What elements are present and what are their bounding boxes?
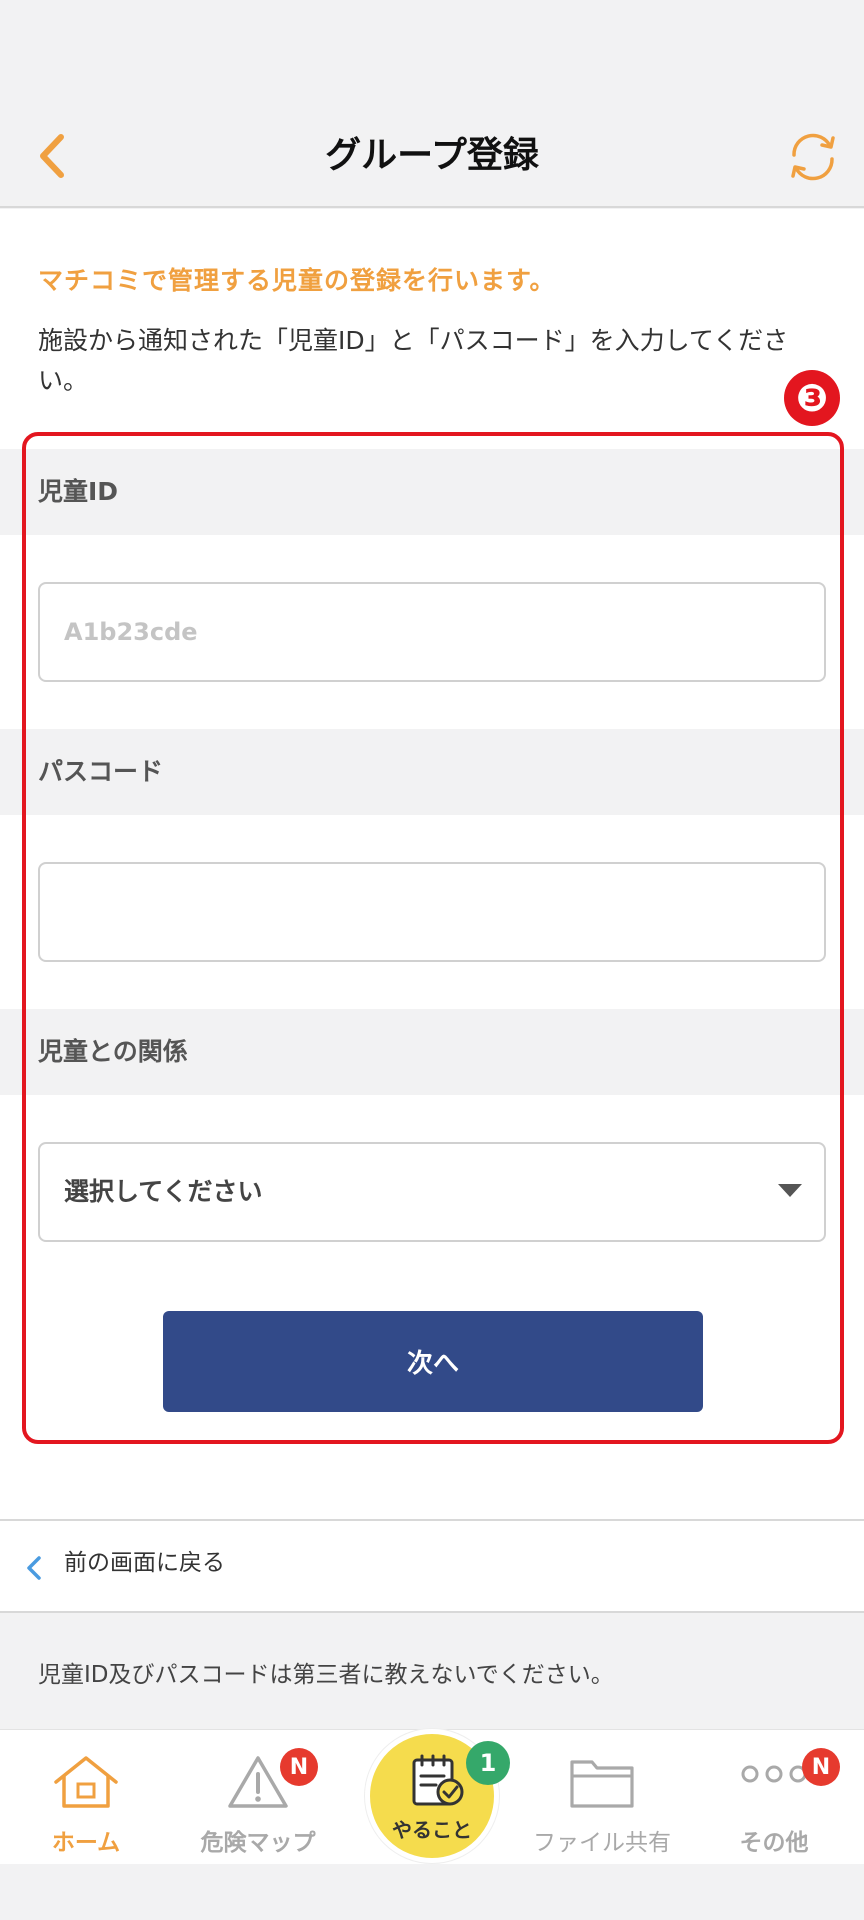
chevron-left-icon bbox=[40, 134, 64, 178]
relation-select[interactable]: 選択してください bbox=[38, 1142, 826, 1242]
annotation-marker: ❸ bbox=[784, 370, 840, 426]
danger-map-badge: N bbox=[280, 1748, 318, 1786]
tab-home-label: ホーム bbox=[51, 1830, 121, 1856]
folder-icon bbox=[570, 1760, 634, 1808]
tab-danger-map[interactable]: N 危険マップ bbox=[172, 1730, 344, 1865]
relation-label: 児童との関係 bbox=[38, 1037, 188, 1066]
other-badge: N bbox=[802, 1748, 840, 1786]
refresh-icon bbox=[791, 133, 835, 181]
todo-count-badge: 1 bbox=[466, 1741, 510, 1785]
privacy-notice-text: 児童ID及びパスコードは第三者に教えないでください。 bbox=[38, 1662, 614, 1688]
home-icon bbox=[54, 1756, 118, 1808]
task-icon bbox=[412, 1754, 464, 1806]
tab-other[interactable]: N その他 bbox=[688, 1730, 860, 1865]
page: グループ登録 マチコミで管理する児童の登録を行います。 施設から通知された「児童… bbox=[0, 0, 864, 1920]
tab-other-label: その他 bbox=[739, 1830, 809, 1856]
bottom-safe-area bbox=[0, 1864, 864, 1920]
back-link-label: 前の画面に戻る bbox=[64, 1550, 225, 1576]
relation-section-header: 児童との関係 bbox=[0, 1009, 864, 1095]
page-title: グループ登録 bbox=[325, 135, 539, 176]
child-id-section-header: 児童ID bbox=[0, 449, 864, 535]
relation-selected-value: 選択してください bbox=[64, 1177, 263, 1206]
dropdown-caret-icon bbox=[778, 1184, 802, 1197]
tab-file-share[interactable]: ファイル共有 bbox=[516, 1730, 688, 1865]
privacy-notice: 児童ID及びパスコードは第三者に教えないでください。 bbox=[0, 1613, 864, 1729]
tab-todo-label: やること bbox=[392, 1818, 472, 1842]
passcode-input[interactable] bbox=[38, 862, 826, 962]
passcode-section-header: パスコード bbox=[0, 729, 864, 815]
child-id-input[interactable] bbox=[38, 582, 826, 682]
back-to-previous-link[interactable]: 前の画面に戻る bbox=[0, 1519, 864, 1613]
intro-description: 施設から通知された「児童ID」と「パスコード」を入力してください。 bbox=[38, 326, 789, 395]
tab-home[interactable]: ホーム bbox=[0, 1730, 172, 1865]
refresh-button[interactable] bbox=[782, 126, 844, 188]
tab-file-share-label: ファイル共有 bbox=[533, 1830, 671, 1856]
child-id-label: 児童ID bbox=[38, 477, 119, 506]
app-header: グループ登録 bbox=[0, 104, 864, 208]
passcode-label: パスコード bbox=[38, 757, 164, 786]
intro-heading: マチコミで管理する児童の登録を行います。 bbox=[38, 266, 556, 295]
back-button[interactable] bbox=[24, 128, 80, 184]
next-button[interactable]: 次へ bbox=[163, 1311, 703, 1412]
chevron-left-icon bbox=[27, 1556, 41, 1580]
tab-danger-map-label: 危険マップ bbox=[200, 1830, 316, 1856]
more-icon bbox=[741, 1765, 807, 1783]
status-bar bbox=[0, 0, 864, 104]
